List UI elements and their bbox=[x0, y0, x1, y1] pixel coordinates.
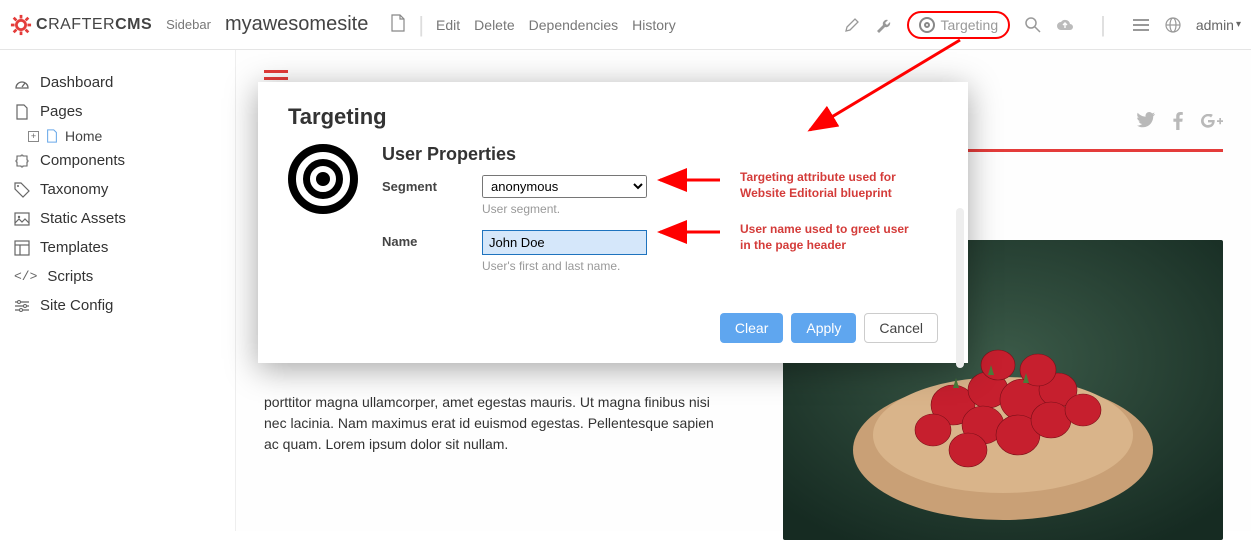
wrench-icon[interactable] bbox=[875, 16, 893, 34]
logo[interactable]: CRAFTERCMS bbox=[10, 14, 152, 36]
site-name: myawesomesite bbox=[225, 13, 368, 36]
new-content-icon[interactable] bbox=[390, 14, 406, 35]
sliders-icon bbox=[14, 298, 30, 314]
caret-down-icon: ▾ bbox=[1236, 19, 1241, 30]
action-delete[interactable]: Delete bbox=[474, 17, 514, 33]
sidebar-item-templates[interactable]: Templates bbox=[0, 233, 235, 262]
scrollbar[interactable] bbox=[956, 208, 964, 368]
sidebar-label: Static Assets bbox=[40, 210, 126, 227]
apply-button[interactable]: Apply bbox=[791, 313, 856, 343]
sidebar-toggle[interactable]: Sidebar bbox=[166, 17, 211, 32]
page-icon bbox=[45, 129, 59, 143]
sidebar-label: Dashboard bbox=[40, 74, 113, 91]
sidebar: Dashboard Pages + Home Components Taxono… bbox=[0, 50, 236, 531]
sidebar-label: Components bbox=[40, 152, 125, 169]
tag-icon bbox=[14, 182, 30, 198]
gear-icon bbox=[10, 14, 32, 36]
sidebar-subitem-home[interactable]: + Home bbox=[0, 126, 235, 146]
menu-lines-icon[interactable] bbox=[1132, 16, 1150, 34]
cancel-button[interactable]: Cancel bbox=[864, 313, 938, 343]
sidebar-label: Scripts bbox=[47, 268, 93, 285]
annotation-segment: Targeting attribute used for Website Edi… bbox=[740, 170, 920, 201]
bullseye-icon bbox=[288, 144, 358, 214]
image-icon bbox=[14, 211, 30, 227]
top-actions: Edit Delete Dependencies History bbox=[436, 17, 676, 33]
segment-label: Segment bbox=[382, 175, 452, 194]
page-icon bbox=[14, 104, 30, 120]
code-icon: </> bbox=[14, 269, 37, 284]
clear-button[interactable]: Clear bbox=[720, 313, 783, 343]
facebook-icon[interactable] bbox=[1173, 112, 1183, 135]
right-tools: Targeting | admin▾ bbox=[843, 11, 1241, 39]
puzzle-icon bbox=[14, 153, 30, 169]
modal-title: Targeting bbox=[288, 104, 938, 130]
segment-hint: User segment. bbox=[482, 202, 938, 216]
name-hint: User's first and last name. bbox=[482, 259, 938, 273]
annotation-name: User name used to greet user in the page… bbox=[740, 222, 910, 253]
template-icon bbox=[14, 240, 30, 256]
sidebar-label: Templates bbox=[40, 239, 108, 256]
action-history[interactable]: History bbox=[632, 17, 676, 33]
name-label: Name bbox=[382, 230, 452, 249]
segment-select[interactable]: anonymous bbox=[482, 175, 647, 198]
sidebar-item-taxonomy[interactable]: Taxonomy bbox=[0, 175, 235, 204]
sidebar-label: Pages bbox=[40, 103, 83, 120]
sidebar-sublabel: Home bbox=[65, 128, 102, 144]
gauge-icon bbox=[14, 75, 30, 91]
logo-text: CRAFTERCMS bbox=[36, 16, 152, 34]
cloud-upload-icon[interactable] bbox=[1056, 16, 1074, 34]
expand-icon[interactable]: + bbox=[28, 131, 39, 142]
top-bar: CRAFTERCMS Sidebar myawesomesite | Edit … bbox=[0, 0, 1251, 50]
action-edit[interactable]: Edit bbox=[436, 17, 460, 33]
google-plus-icon[interactable] bbox=[1201, 112, 1223, 135]
targeting-label: Targeting bbox=[941, 17, 999, 33]
search-icon[interactable] bbox=[1024, 16, 1042, 34]
divider: | bbox=[1100, 12, 1106, 38]
sidebar-item-components[interactable]: Components bbox=[0, 146, 235, 175]
name-input[interactable] bbox=[482, 230, 647, 255]
action-dependencies[interactable]: Dependencies bbox=[529, 17, 619, 33]
sidebar-item-pages[interactable]: Pages bbox=[0, 97, 235, 126]
target-icon bbox=[919, 17, 935, 33]
sidebar-item-scripts[interactable]: </> Scripts bbox=[0, 262, 235, 291]
globe-icon[interactable] bbox=[1164, 16, 1182, 34]
sidebar-label: Site Config bbox=[40, 297, 113, 314]
sidebar-item-static-assets[interactable]: Static Assets bbox=[0, 204, 235, 233]
pencil-icon[interactable] bbox=[843, 16, 861, 34]
divider: | bbox=[418, 12, 424, 38]
sidebar-label: Taxonomy bbox=[40, 181, 108, 198]
sidebar-item-dashboard[interactable]: Dashboard bbox=[0, 68, 235, 97]
admin-label: admin bbox=[1196, 17, 1234, 33]
social-links bbox=[1137, 112, 1223, 135]
section-title: User Properties bbox=[382, 144, 938, 165]
targeting-button[interactable]: Targeting bbox=[907, 11, 1011, 39]
sidebar-item-site-config[interactable]: Site Config bbox=[0, 291, 235, 320]
admin-menu[interactable]: admin▾ bbox=[1196, 17, 1241, 33]
twitter-icon[interactable] bbox=[1137, 112, 1155, 135]
